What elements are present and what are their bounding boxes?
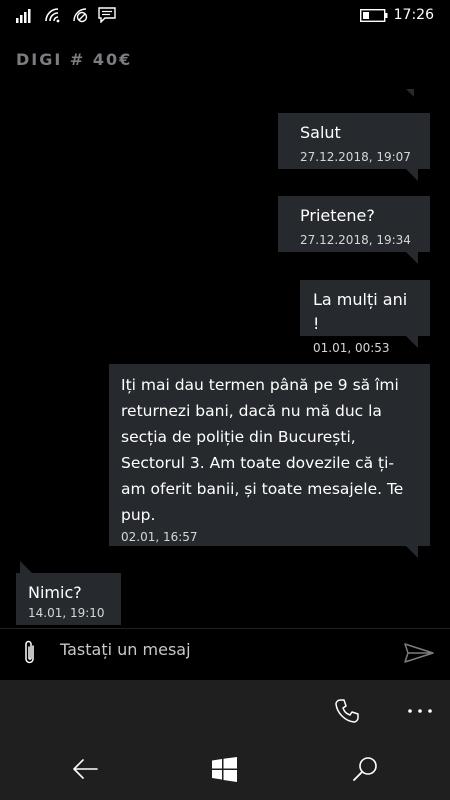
outgoing-message[interactable]: Salut 27.12.2018, 19:07: [278, 113, 430, 169]
outgoing-message[interactable]: Iți mai dau termen până pe 9 să îmi retu…: [109, 364, 430, 546]
signal-icon: [16, 9, 31, 23]
message-timestamp: 27.12.2018, 19:07: [300, 150, 411, 164]
message-text: Salut: [300, 123, 341, 142]
data-saver-icon: [73, 8, 88, 23]
bubble-tail: [20, 561, 32, 573]
message-text: La mulți ani !: [313, 290, 408, 333]
status-bar: 17:26: [0, 0, 450, 32]
message-composer: Tastați un mesaj: [0, 628, 450, 676]
bubble-tail: [406, 169, 418, 181]
message-timestamp: 27.12.2018, 19:34: [300, 233, 411, 247]
message-text: Iți mai dau termen până pe 9 să îmi retu…: [121, 372, 418, 528]
message-line: pup.: [121, 506, 156, 524]
clock: 17:26: [393, 7, 434, 23]
search-icon[interactable]: [352, 756, 378, 782]
app-bar: [0, 680, 450, 740]
more-icon[interactable]: [407, 708, 433, 714]
incoming-message[interactable]: Nimic? 14.01, 19:10: [16, 573, 121, 625]
phone-icon[interactable]: [334, 698, 360, 724]
message-timestamp: 01.01, 00:53: [313, 341, 390, 355]
bubble-tail: [406, 546, 418, 558]
paperclip-icon[interactable]: [20, 639, 40, 667]
message-icon: [98, 7, 116, 23]
bubble-tail: [406, 336, 418, 348]
outgoing-message[interactable]: Prietene? 27.12.2018, 19:34: [278, 196, 430, 252]
message-line: am oferit banii, și toate mesajele. Te: [121, 480, 404, 498]
previous-message-tail: [406, 89, 414, 97]
message-timestamp: 02.01, 16:57: [121, 530, 198, 544]
message-input[interactable]: Tastați un mesaj: [60, 640, 191, 659]
bubble-tail: [406, 252, 418, 264]
windows-icon[interactable]: [212, 757, 237, 782]
message-line: returnezi bani, dacă nu mă duc la: [121, 402, 382, 420]
conversation-title: DIGI # 40€: [16, 50, 133, 69]
battery-icon: [360, 9, 388, 22]
outgoing-message[interactable]: La mulți ani ! 01.01, 00:53: [300, 280, 430, 355]
navigation-bar: [0, 740, 450, 800]
message-text: Prietene?: [300, 206, 375, 225]
message-text: Nimic?: [28, 583, 82, 602]
message-line: secția de poliție din București,: [121, 428, 356, 446]
message-timestamp: 14.01, 19:10: [28, 606, 105, 620]
message-line: Iți mai dau termen până pe 9 să îmi: [121, 376, 399, 394]
message-line: Sectorul 3. Am toate dovezile că ți-: [121, 454, 394, 472]
send-icon[interactable]: [403, 641, 435, 665]
wifi-icon: [45, 8, 60, 23]
back-icon[interactable]: [71, 757, 99, 781]
